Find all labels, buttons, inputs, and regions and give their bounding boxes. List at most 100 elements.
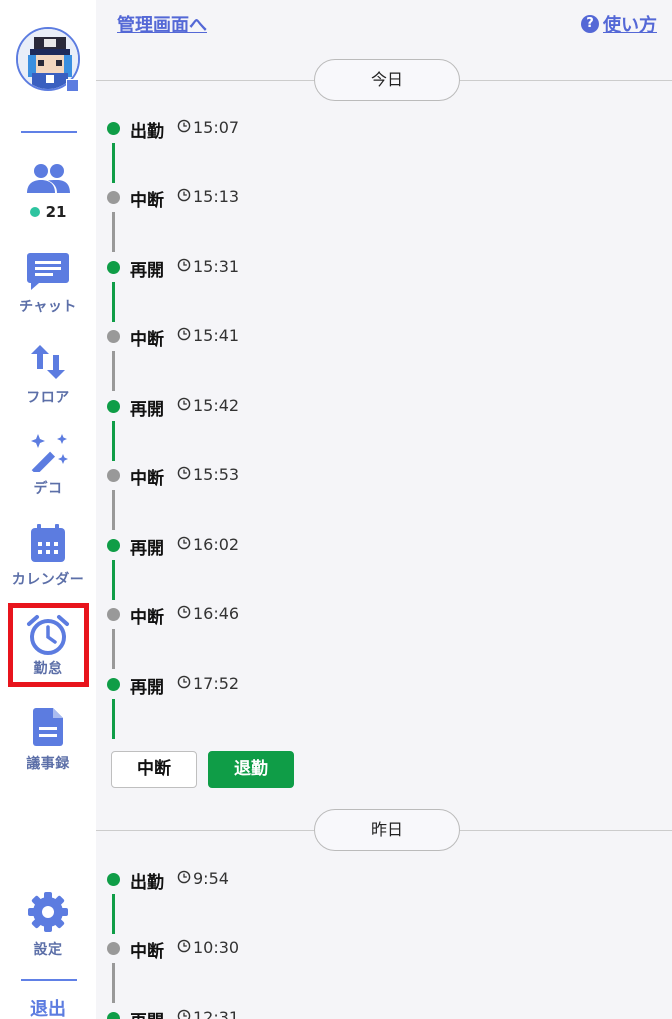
clock-icon bbox=[177, 605, 191, 619]
sidebar-item-deco[interactable]: デコ bbox=[0, 432, 96, 498]
event-type: 再開 bbox=[130, 261, 164, 281]
sidebar-divider-bottom bbox=[21, 979, 77, 981]
event-type: 中断 bbox=[130, 469, 164, 489]
sidebar-label-chat: チャット bbox=[19, 299, 77, 315]
status-dot bbox=[107, 400, 120, 413]
timeline-line bbox=[112, 894, 115, 934]
clock-icon bbox=[177, 258, 191, 272]
event-time: 16:02 bbox=[193, 535, 240, 554]
sidebar-item-members[interactable]: 21 bbox=[0, 161, 96, 221]
day-separator-yesterday: 昨日 bbox=[96, 809, 672, 853]
event-type: 再開 bbox=[130, 678, 164, 698]
status-dot bbox=[107, 469, 120, 482]
avatar-status-badge bbox=[66, 79, 79, 92]
chat-icon bbox=[27, 253, 69, 290]
sidebar-item-calendar[interactable]: カレンダー bbox=[0, 523, 96, 589]
event-time: 15:31 bbox=[193, 257, 240, 276]
clock-icon bbox=[177, 536, 191, 550]
status-dot bbox=[107, 608, 120, 621]
admin-page-link[interactable]: 管理画面へ bbox=[117, 11, 207, 37]
people-icon bbox=[27, 164, 70, 193]
clock-icon bbox=[177, 870, 191, 884]
clock-out-button[interactable]: 退勤 bbox=[208, 751, 294, 788]
timeline-line bbox=[112, 699, 115, 739]
event-time: 15:41 bbox=[193, 326, 240, 345]
event-type: 再開 bbox=[130, 539, 164, 559]
event-time: 15:07 bbox=[193, 118, 240, 137]
status-dot bbox=[107, 330, 120, 343]
timeline-event: 出勤 9:54 bbox=[96, 866, 396, 896]
clock-icon bbox=[177, 119, 191, 133]
event-type: 出勤 bbox=[130, 122, 164, 142]
timeline-event: 中断 10:30 bbox=[96, 935, 396, 965]
selection-highlight bbox=[8, 603, 89, 687]
calendar-icon bbox=[31, 524, 65, 562]
clock-icon bbox=[177, 1009, 191, 1019]
timeline-event: 再開 17:52 bbox=[96, 671, 396, 701]
day-label: 今日 bbox=[314, 59, 460, 101]
event-type: 中断 bbox=[130, 330, 164, 350]
event-time: 17:52 bbox=[193, 674, 240, 693]
help-label: 使い方 bbox=[603, 15, 657, 36]
sidebar: 21 チャット フロア デコ カレンダー 勤怠 議事録 設定 退出 bbox=[0, 0, 96, 1019]
timeline-event: 出勤 15:07 bbox=[96, 115, 396, 145]
day-separator-today: 今日 bbox=[96, 59, 672, 103]
swap-vertical-icon bbox=[31, 345, 65, 379]
event-type: 中断 bbox=[130, 608, 164, 628]
clock-icon bbox=[177, 466, 191, 480]
question-icon: ? bbox=[581, 15, 599, 33]
timeline-line bbox=[112, 963, 115, 1003]
timeline-line bbox=[112, 212, 115, 252]
sidebar-item-settings[interactable]: 設定 bbox=[0, 891, 96, 959]
sidebar-label-settings: 設定 bbox=[33, 942, 63, 958]
timeline-line bbox=[112, 421, 115, 461]
timeline-line bbox=[112, 282, 115, 322]
timeline-line bbox=[112, 143, 115, 183]
sidebar-item-floor[interactable]: フロア bbox=[0, 343, 96, 407]
event-type: 再開 bbox=[130, 400, 164, 420]
status-dot bbox=[107, 1012, 120, 1019]
event-time: 10:30 bbox=[193, 938, 240, 957]
event-time: 15:13 bbox=[193, 187, 240, 206]
timeline-event: 再開 16:02 bbox=[96, 532, 396, 562]
online-indicator bbox=[29, 207, 40, 217]
pause-button[interactable]: 中断 bbox=[111, 751, 197, 788]
status-dot bbox=[107, 261, 120, 274]
timeline-line bbox=[112, 351, 115, 391]
clock-icon bbox=[177, 939, 191, 953]
event-type: 再開 bbox=[130, 1007, 164, 1019]
document-icon bbox=[33, 708, 63, 746]
sidebar-label-calendar: カレンダー bbox=[11, 572, 85, 588]
sidebar-item-minutes[interactable]: 議事録 bbox=[0, 707, 96, 773]
sidebar-item-chat[interactable]: チャット bbox=[0, 250, 96, 316]
sidebar-label-floor: フロア bbox=[26, 390, 70, 406]
timeline-event: 再開 15:31 bbox=[96, 254, 396, 284]
status-dot bbox=[107, 678, 120, 691]
timeline-event: 中断 15:41 bbox=[96, 323, 396, 353]
timeline-line bbox=[112, 560, 115, 600]
clock-icon bbox=[177, 675, 191, 689]
status-dot bbox=[107, 539, 120, 552]
timeline-event: 中断 15:13 bbox=[96, 184, 396, 214]
clock-icon bbox=[177, 188, 191, 202]
timeline-line bbox=[112, 629, 115, 669]
event-time: 15:42 bbox=[193, 396, 240, 415]
status-dot bbox=[107, 873, 120, 886]
status-dot bbox=[107, 191, 120, 204]
attendance-panel: 管理画面へ ? 使い方 今日 出勤 15:07 中断 15:13 再開 15:3… bbox=[96, 0, 672, 1019]
event-time: 12:31 bbox=[193, 1008, 240, 1019]
logout-button[interactable]: 退出 bbox=[0, 995, 96, 1019]
gear-icon bbox=[28, 892, 68, 932]
event-type: 出勤 bbox=[130, 873, 164, 893]
event-time: 9:54 bbox=[193, 869, 229, 888]
help-link[interactable]: ? 使い方 bbox=[581, 11, 657, 37]
members-count: 21 bbox=[45, 203, 67, 221]
timeline-event: 再開 15:42 bbox=[96, 393, 396, 423]
clock-icon bbox=[177, 327, 191, 341]
status-dot bbox=[107, 122, 120, 135]
event-time: 16:46 bbox=[193, 604, 240, 623]
clock-icon bbox=[177, 397, 191, 411]
sidebar-divider bbox=[21, 131, 77, 133]
status-dot bbox=[107, 942, 120, 955]
sidebar-label-minutes: 議事録 bbox=[26, 756, 70, 772]
